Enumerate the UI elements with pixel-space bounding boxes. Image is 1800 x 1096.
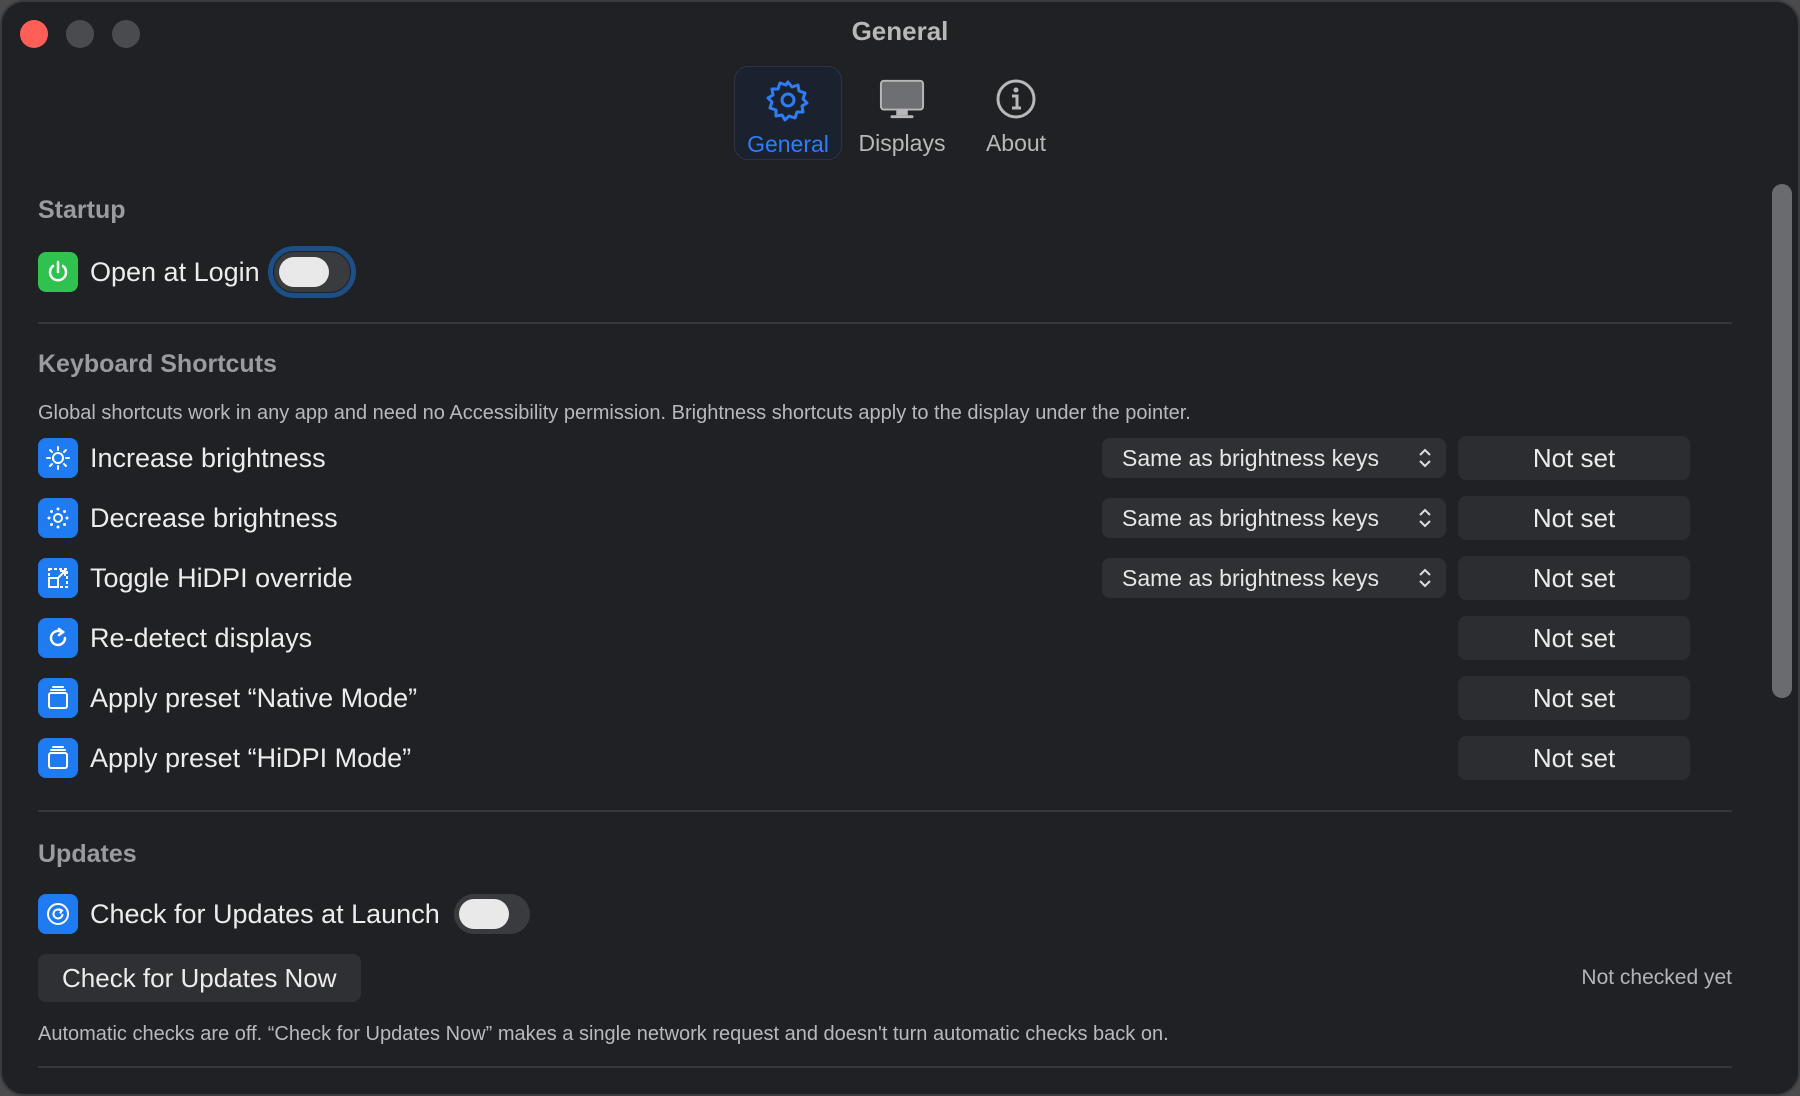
shortcut-label: Re-detect displays	[90, 622, 313, 653]
shortcut-label: Apply preset “Native Mode”	[90, 682, 418, 713]
settings-content: Startup Open at Login Keyboard Shortcuts…	[38, 192, 1732, 1068]
shortcuts-description: Global shortcuts work in any app and nee…	[38, 402, 1191, 424]
stack-icon	[38, 738, 78, 778]
shortcut-label: Apply preset “HiDPI Mode”	[90, 742, 412, 773]
shortcut-row-hidpi-preset: Apply preset “HiDPI Mode” Not set	[38, 728, 1732, 788]
shortcut-row-increase: Increase brightness Same as brightness k…	[38, 428, 1732, 488]
divider	[38, 322, 1732, 324]
open-at-login-row: Open at Login	[38, 242, 1732, 302]
check-at-launch-label: Check for Updates at Launch	[90, 898, 440, 929]
shortcut-label: Increase brightness	[90, 442, 326, 473]
window-title: General	[851, 16, 949, 46]
settings-window: General General Displays About Startup O…	[0, 0, 1800, 1096]
shortcut-row-redetect: Re-detect displays Not set	[38, 608, 1732, 668]
section-title-updates: Updates	[38, 840, 137, 868]
sun-small-icon	[38, 498, 78, 538]
tab-displays[interactable]: Displays	[848, 66, 956, 160]
tab-general[interactable]: General	[734, 66, 842, 160]
check-at-launch-toggle[interactable]	[453, 894, 530, 934]
shortcut-source-popup[interactable]: Same as brightness keys	[1102, 558, 1446, 598]
toolbar-tabs: General Displays About	[734, 66, 1070, 160]
divider	[38, 1066, 1732, 1068]
stack-icon	[38, 678, 78, 718]
gear-icon	[765, 77, 811, 123]
shortcut-source-popup[interactable]: Same as brightness keys	[1102, 498, 1446, 538]
display-icon	[879, 76, 925, 122]
section-title-startup: Startup	[38, 196, 126, 224]
info-icon	[993, 76, 1039, 122]
open-at-login-label: Open at Login	[90, 256, 260, 287]
shortcut-recorder[interactable]: Not set	[1458, 676, 1690, 720]
refresh-icon	[38, 618, 78, 658]
open-at-login-toggle[interactable]	[267, 246, 356, 298]
scrollbar[interactable]	[1772, 184, 1792, 698]
check-at-launch-row: Check for Updates at Launch	[38, 884, 1732, 944]
shortcut-recorder[interactable]: Not set	[1458, 436, 1690, 480]
sun-icon	[38, 438, 78, 478]
section-title-shortcuts: Keyboard Shortcuts	[38, 350, 277, 378]
shortcut-label: Decrease brightness	[90, 502, 338, 533]
divider	[38, 810, 1732, 812]
update-status: Not checked yet	[1581, 966, 1732, 989]
update-icon	[38, 894, 78, 934]
shortcut-recorder[interactable]: Not set	[1458, 556, 1690, 600]
check-for-updates-now-button[interactable]: Check for Updates Now	[38, 954, 361, 1002]
tab-displays-label: Displays	[858, 130, 946, 156]
tab-about-label: About	[985, 130, 1047, 156]
updown-chevron-icon	[1419, 508, 1431, 528]
shortcut-recorder[interactable]: Not set	[1458, 736, 1690, 780]
check-now-row: Check for Updates Now Not checked yet	[38, 944, 1732, 1012]
tab-about[interactable]: About	[962, 66, 1070, 160]
shortcut-recorder[interactable]: Not set	[1458, 616, 1690, 660]
shortcut-row-hidpi: Toggle HiDPI override Same as brightness…	[38, 548, 1732, 608]
shortcut-recorder[interactable]: Not set	[1458, 496, 1690, 540]
shortcut-row-decrease: Decrease brightness Same as brightness k…	[38, 488, 1732, 548]
shortcut-row-native-preset: Apply preset “Native Mode” Not set	[38, 668, 1732, 728]
shortcut-source-popup[interactable]: Same as brightness keys	[1102, 438, 1446, 478]
tab-general-label: General	[747, 131, 829, 157]
power-icon	[38, 252, 78, 292]
updates-note: Automatic checks are off. “Check for Upd…	[38, 1023, 1169, 1045]
shortcut-label: Toggle HiDPI override	[90, 562, 353, 593]
updown-chevron-icon	[1419, 568, 1431, 588]
resize-icon	[38, 558, 78, 598]
updown-chevron-icon	[1419, 448, 1431, 468]
